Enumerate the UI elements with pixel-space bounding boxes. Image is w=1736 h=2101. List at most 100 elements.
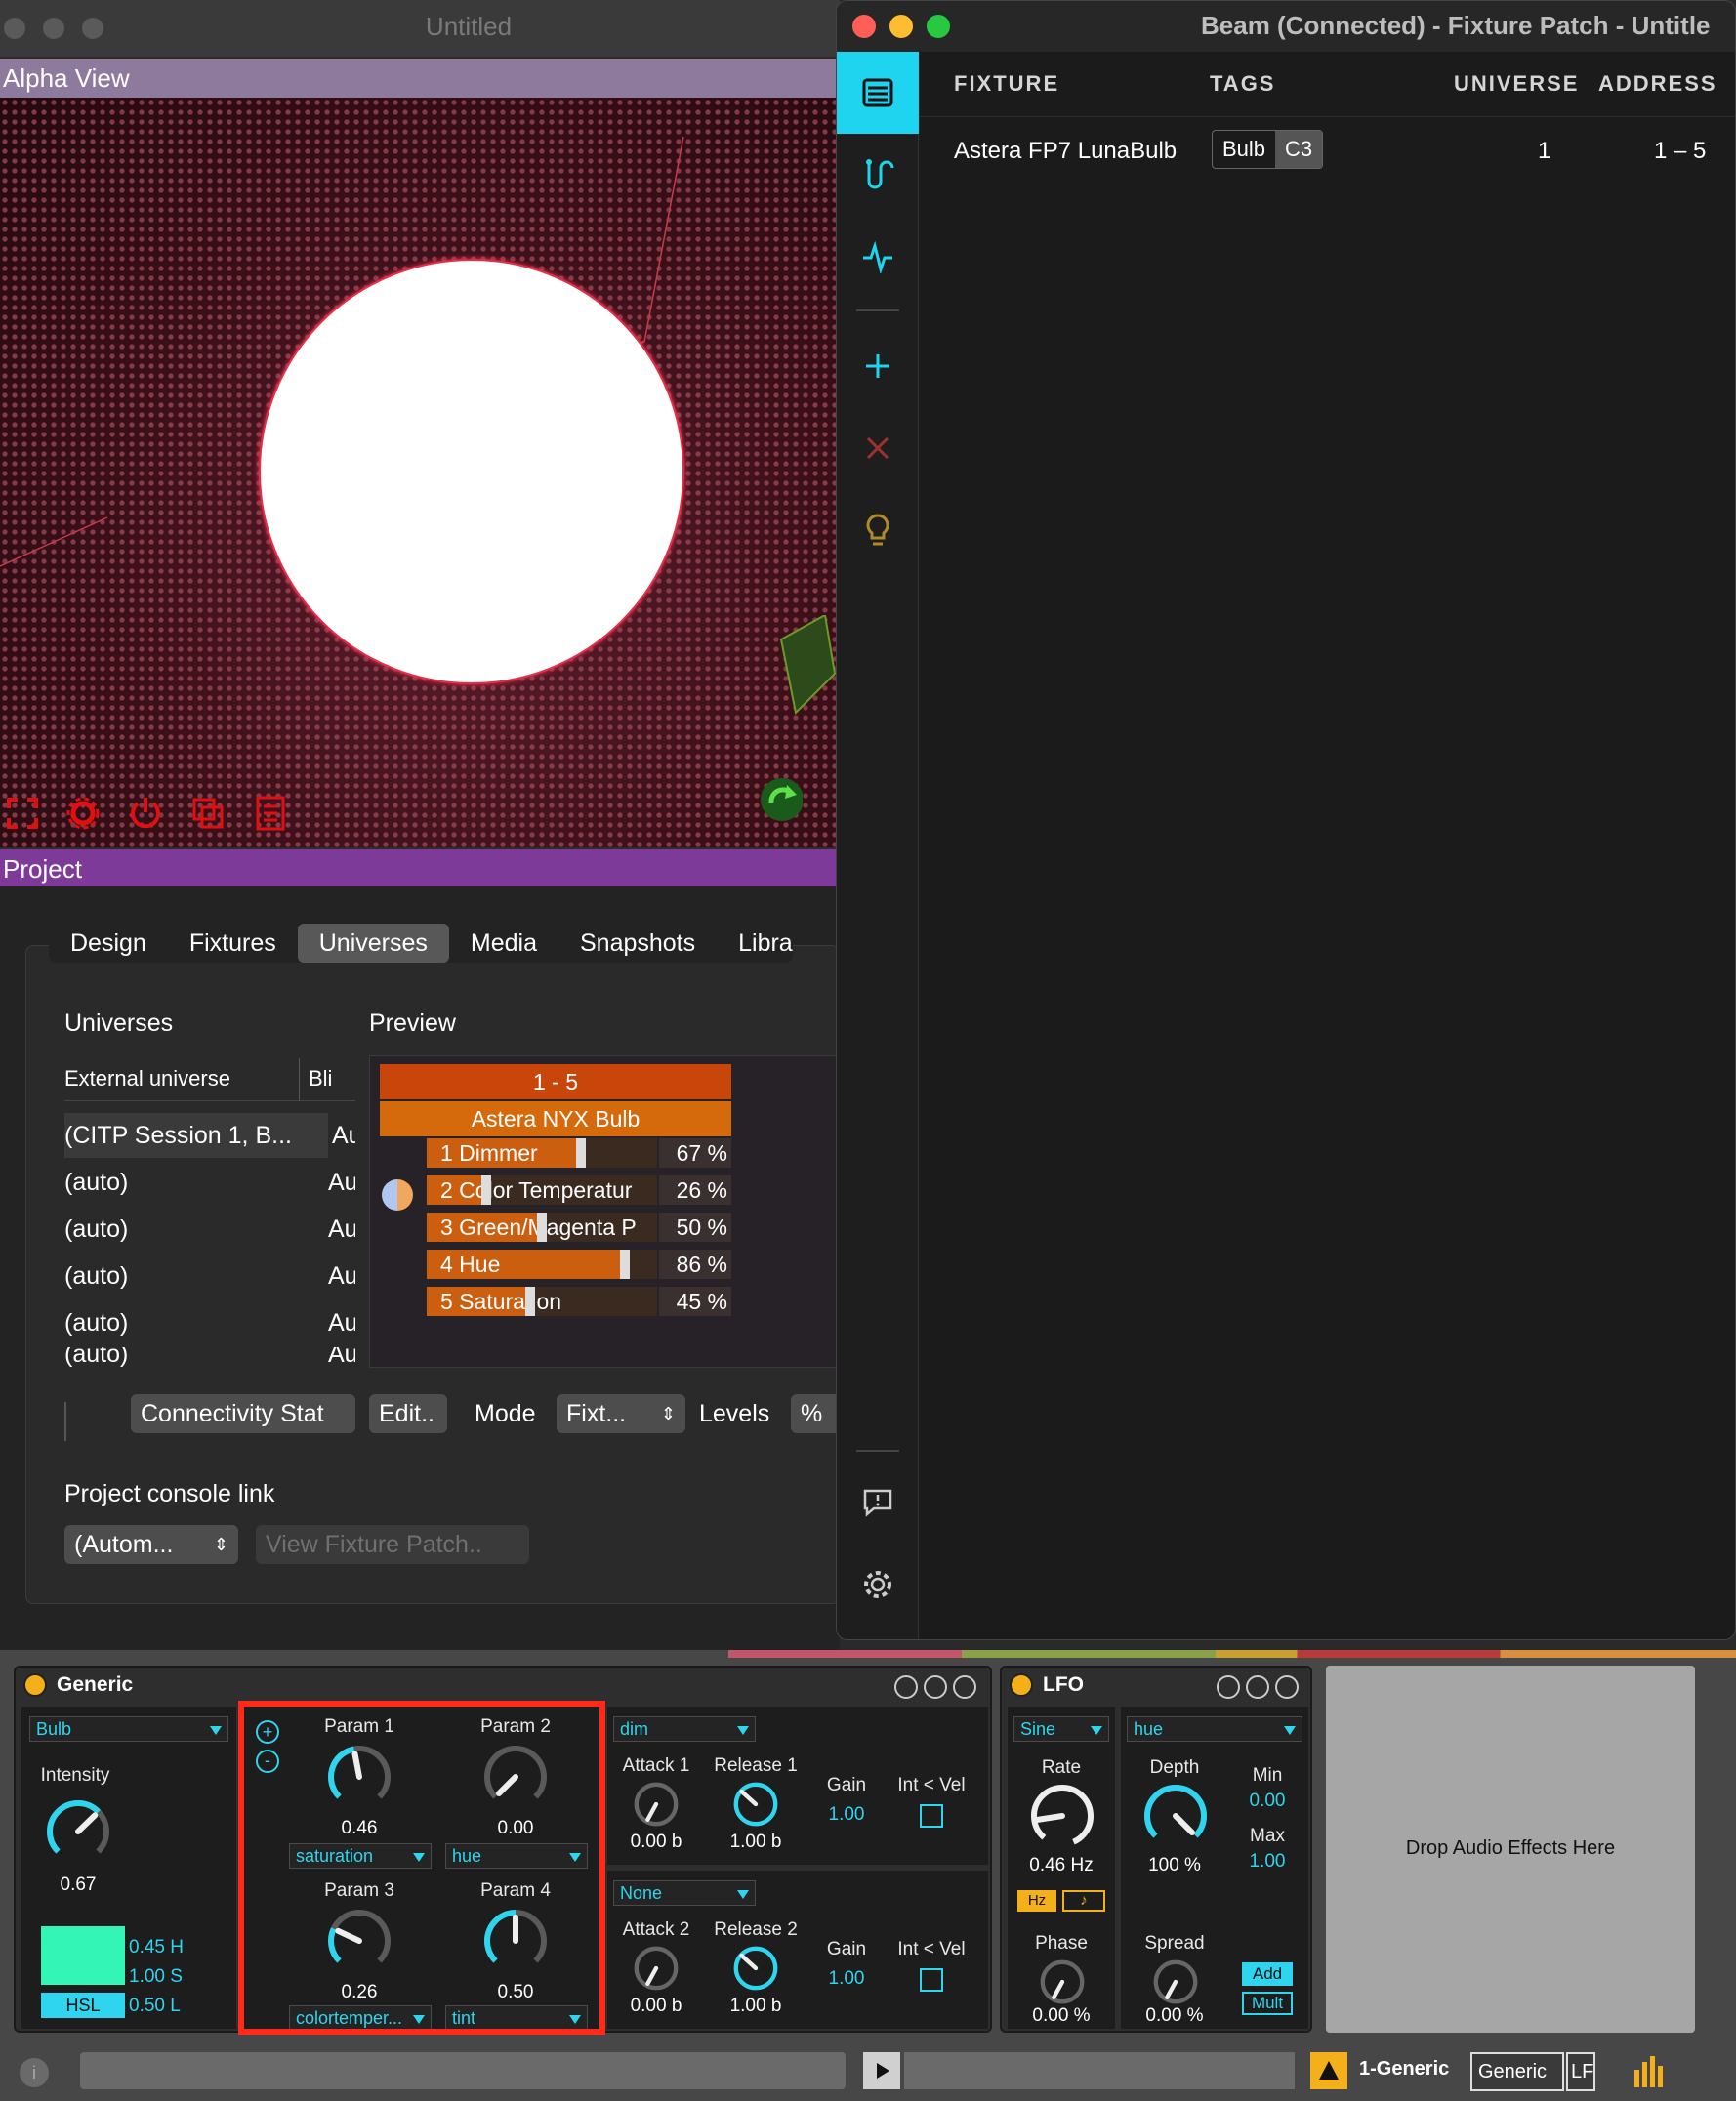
header-icon-1[interactable] — [894, 1675, 918, 1699]
channel-bar[interactable]: 2 Color Temperatur — [427, 1175, 657, 1205]
lfo-target-select[interactable]: hue — [1127, 1716, 1302, 1742]
sidebar-settings[interactable] — [837, 1544, 919, 1626]
universe-row-2[interactable]: (auto) Au — [64, 1207, 355, 1252]
warning-icon[interactable] — [1310, 2052, 1347, 2089]
3d-viewport[interactable] — [0, 98, 840, 847]
universe-row-1[interactable]: (auto) Au — [64, 1160, 355, 1205]
l-value: 0.50 L — [129, 1996, 181, 2016]
channel-bar[interactable]: 5 Saturation — [427, 1287, 657, 1316]
level-meter-icon[interactable] — [1633, 2056, 1672, 2092]
table-row[interactable]: Astera FP7 LunaBulb — [919, 124, 1735, 177]
intvel-2-checkbox[interactable] — [920, 1968, 943, 1992]
power-icon[interactable] — [123, 791, 168, 836]
universe-row-4[interactable]: (auto) Au — [64, 1300, 355, 1345]
envelope-2-source[interactable]: None — [613, 1880, 756, 1906]
edit-button[interactable]: Edit.. — [369, 1394, 447, 1433]
gain-2-value[interactable]: 1.00 — [812, 1968, 881, 1990]
sidebar-routing[interactable] — [837, 134, 919, 216]
release-2-knob[interactable] — [730, 1943, 781, 1994]
tab-design[interactable]: Design — [49, 924, 168, 963]
universe-row-5[interactable]: (auto) Au — [64, 1347, 355, 1369]
tag-bulb[interactable]: Bulb — [1213, 131, 1275, 168]
intvel-1-checkbox[interactable] — [920, 1804, 943, 1828]
channel-handle[interactable] — [525, 1287, 536, 1316]
sidebar-feedback[interactable] — [837, 1462, 919, 1544]
device-tab-lfo[interactable]: LFO — [1566, 2052, 1595, 2091]
channel-row[interactable]: 5 Saturation 45 % — [427, 1287, 731, 1316]
note-mode-button[interactable]: ♪ — [1062, 1890, 1105, 1912]
header-icon-2[interactable] — [924, 1675, 947, 1699]
minimize-window-button[interactable] — [889, 15, 913, 38]
sidebar-identify[interactable] — [837, 489, 919, 571]
waveform-select[interactable]: Sine — [1013, 1716, 1109, 1742]
release-1-knob[interactable] — [730, 1779, 781, 1830]
device-power-button[interactable] — [23, 1673, 47, 1697]
channel-handle[interactable] — [619, 1250, 630, 1279]
hz-mode-button[interactable]: Hz — [1017, 1890, 1056, 1912]
fullscreen-icon[interactable] — [0, 791, 45, 836]
lfo-header-save-icon[interactable] — [1275, 1675, 1299, 1699]
spread-knob[interactable] — [1150, 1957, 1201, 2007]
channel-handle[interactable] — [576, 1138, 587, 1168]
intensity-knob[interactable] — [43, 1796, 113, 1867]
channel-row[interactable]: 3 Green/Magenta P50 % — [427, 1213, 731, 1242]
scrub-field[interactable] — [904, 2052, 1295, 2089]
depth-knob[interactable] — [1140, 1781, 1211, 1851]
zoom-window-button[interactable] — [927, 15, 950, 38]
sidebar-activity[interactable] — [837, 216, 919, 298]
drop-zone[interactable]: Drop Audio Effects Here — [1326, 1666, 1695, 2033]
channel-row[interactable]: 1 Dimmer 67 % — [427, 1138, 731, 1168]
tag-c3[interactable]: C3 — [1275, 131, 1323, 168]
channel-handle[interactable] — [481, 1175, 492, 1205]
tab-fixtures[interactable]: Fixtures — [168, 924, 298, 963]
hsl-mode-button[interactable]: HSL — [41, 1993, 125, 2018]
tag-group[interactable]: Bulb C3 — [1212, 130, 1324, 169]
mult-mode-button[interactable]: Mult — [1242, 1992, 1293, 2015]
play-icon[interactable] — [863, 2052, 900, 2089]
close-window-button[interactable] — [852, 15, 876, 38]
levels-select[interactable]: % — [791, 1394, 840, 1433]
add-mode-button[interactable]: Add — [1242, 1962, 1293, 1986]
tab-media[interactable]: Media — [449, 924, 558, 963]
view-fixture-patch-button[interactable]: View Fixture Patch.. — [256, 1525, 529, 1564]
envelope-1-source[interactable]: dim — [613, 1716, 756, 1742]
rotate-arrow-icon[interactable] — [758, 777, 803, 822]
min-value[interactable]: 0.00 — [1228, 1791, 1306, 1812]
channel-handle[interactable] — [537, 1213, 547, 1242]
color-swatch[interactable] — [41, 1926, 125, 1985]
attack-2-knob[interactable] — [631, 1943, 682, 1994]
info-icon[interactable]: i — [20, 2058, 49, 2087]
tab-snapshots[interactable]: Snapshots — [558, 924, 717, 963]
tab-universes[interactable]: Universes — [297, 924, 449, 963]
lfo-power-button[interactable] — [1010, 1673, 1033, 1697]
console-link-select[interactable]: (Autom... ⇕ — [64, 1525, 238, 1564]
max-value[interactable]: 1.00 — [1228, 1851, 1306, 1873]
gain-1-value[interactable]: 1.00 — [812, 1804, 881, 1826]
rate-knob[interactable] — [1027, 1781, 1097, 1851]
sidebar-add[interactable] — [837, 325, 919, 407]
lfo-header-icon-2[interactable] — [1246, 1675, 1269, 1699]
mode-select[interactable]: Fixt... ⇕ — [557, 1394, 685, 1433]
phase-knob[interactable] — [1037, 1957, 1088, 2007]
tab-library[interactable]: Libra — [717, 924, 793, 963]
fixture-select[interactable]: Bulb — [29, 1716, 228, 1742]
channel-bar[interactable]: 4 Hue — [427, 1250, 657, 1279]
header-save-icon[interactable] — [953, 1675, 976, 1699]
channel-row[interactable]: 2 Color Temperatur 26 % — [427, 1175, 731, 1205]
universe-row-0[interactable]: (CITP Session 1, B... Au — [64, 1113, 355, 1158]
device-tab-generic[interactable]: Generic — [1470, 2052, 1564, 2091]
lfo-title: LFO — [1043, 1673, 1084, 1696]
attack-1-knob[interactable] — [631, 1779, 682, 1830]
channel-bar[interactable]: 3 Green/Magenta P — [427, 1213, 657, 1242]
gain-1-label: Gain — [826, 1775, 867, 1795]
channel-bar[interactable]: 1 Dimmer — [427, 1138, 657, 1168]
universe-row-3[interactable]: (auto) Au — [64, 1254, 355, 1298]
lfo-header-icon-1[interactable] — [1217, 1675, 1240, 1699]
channel-row[interactable]: 4 Hue 86 % — [427, 1250, 731, 1279]
sidebar-patch-list[interactable] — [837, 52, 919, 134]
sidebar-remove[interactable] — [837, 407, 919, 489]
connectivity-status-button[interactable]: Connectivity Stat — [131, 1394, 355, 1433]
list-icon[interactable] — [248, 791, 293, 836]
settings-gear-icon[interactable] — [61, 791, 105, 836]
layers-icon[interactable] — [186, 791, 230, 836]
